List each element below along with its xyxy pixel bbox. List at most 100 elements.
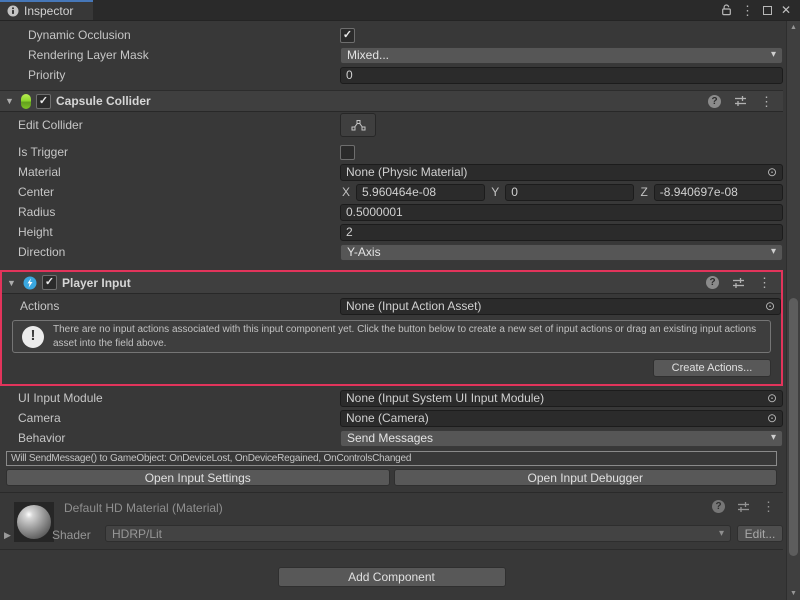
rendering-layer-mask-dropdown[interactable]: Mixed... ▾ <box>340 47 783 64</box>
scroll-down-icon[interactable]: ▼ <box>787 590 800 597</box>
material-value: None (Physic Material) <box>346 165 467 179</box>
capsule-collider-header[interactable]: ▼ ✓ Capsule Collider ? ⋮ <box>0 90 783 112</box>
presets-icon[interactable] <box>732 277 745 289</box>
center-x-field[interactable]: 5.960464e-08 <box>356 184 485 201</box>
help-icon[interactable]: ? <box>712 500 725 513</box>
row-priority: Priority 0 <box>0 65 783 85</box>
chevron-down-icon: ▾ <box>771 50 776 60</box>
row-camera: Camera None (Camera) ⊙ <box>0 408 783 428</box>
player-input-highlight-section: ▼ ✓ Player Input ? ⋮ Actions None (Input… <box>0 270 783 386</box>
row-radius: Radius 0.5000001 <box>0 202 783 222</box>
camera-label: Camera <box>18 411 340 425</box>
row-behavior: Behavior Send Messages ▾ <box>0 428 783 448</box>
behavior-dropdown[interactable]: Send Messages ▾ <box>340 430 783 447</box>
info-icon <box>7 5 19 17</box>
vertical-scrollbar[interactable]: ▲ ▼ <box>786 21 800 600</box>
kebab-menu-icon[interactable]: ⋮ <box>758 276 771 289</box>
z-axis-label: Z <box>638 185 649 199</box>
close-icon[interactable]: ✕ <box>781 4 791 16</box>
scroll-up-icon[interactable]: ▲ <box>787 24 800 31</box>
shader-label: Shader <box>52 528 91 542</box>
edit-collider-icon <box>350 119 367 132</box>
row-ui-input-module: UI Input Module None (Input System UI In… <box>0 388 783 408</box>
object-picker-icon[interactable]: ⊙ <box>767 392 777 404</box>
priority-label: Priority <box>28 68 340 82</box>
material-asset-section: Default HD Material (Material) ? ⋮ ▶ Sha… <box>0 492 783 550</box>
tab-inspector[interactable]: Inspector <box>0 0 93 20</box>
direction-label: Direction <box>18 245 340 259</box>
shader-dropdown[interactable]: HDRP/Lit ▾ <box>105 525 731 542</box>
window-controls: ⋮ ✕ <box>721 0 800 20</box>
row-is-trigger: Is Trigger <box>0 142 783 162</box>
priority-field[interactable]: 0 <box>340 67 783 84</box>
rendering-layer-mask-label: Rendering Layer Mask <box>28 48 340 62</box>
actions-object-field[interactable]: None (Input Action Asset) ⊙ <box>340 298 781 315</box>
create-actions-button[interactable]: Create Actions... <box>653 359 771 377</box>
radius-field[interactable]: 0.5000001 <box>340 204 783 221</box>
material-object-field[interactable]: None (Physic Material) ⊙ <box>340 164 783 181</box>
ui-input-module-label: UI Input Module <box>18 391 340 405</box>
tab-bar: Inspector ⋮ ✕ <box>0 0 800 21</box>
height-label: Height <box>18 225 340 239</box>
edit-collider-button[interactable] <box>340 113 376 137</box>
input-buttons-row: Open Input Settings Open Input Debugger <box>6 469 777 486</box>
player-input-icon <box>23 276 37 290</box>
help-icon[interactable]: ? <box>708 95 721 108</box>
row-material: Material None (Physic Material) ⊙ <box>0 162 783 182</box>
tab-menu-icon[interactable]: ⋮ <box>741 4 754 17</box>
presets-icon[interactable] <box>734 95 747 107</box>
inspector-window: Inspector ⋮ ✕ Dynamic Occlusion ✓ Render… <box>0 0 800 600</box>
row-direction: Direction Y-Axis ▾ <box>0 242 783 262</box>
is-trigger-checkbox[interactable] <box>340 145 355 160</box>
material-header-icons: ? ⋮ <box>712 500 775 513</box>
no-actions-warning-box: ! There are no input actions associated … <box>12 320 771 353</box>
object-picker-icon[interactable]: ⊙ <box>767 412 777 424</box>
player-input-header[interactable]: ▼ ✓ Player Input ? ⋮ <box>2 272 781 294</box>
object-picker-icon[interactable]: ⊙ <box>767 166 777 178</box>
foldout-closed-icon[interactable]: ▶ <box>4 530 11 541</box>
actions-value: None (Input Action Asset) <box>346 299 481 313</box>
rendering-layer-mask-value: Mixed... <box>347 48 389 62</box>
capsule-collider-enabled-checkbox[interactable]: ✓ <box>36 94 51 109</box>
ui-input-module-value: None (Input System UI Input Module) <box>346 391 544 405</box>
ui-input-module-object-field[interactable]: None (Input System UI Input Module) ⊙ <box>340 390 783 407</box>
maximize-icon[interactable] <box>763 6 772 15</box>
open-input-settings-button[interactable]: Open Input Settings <box>6 469 390 486</box>
center-label: Center <box>18 185 340 199</box>
center-y-field[interactable]: 0 <box>505 184 634 201</box>
height-field[interactable]: 2 <box>340 224 783 241</box>
kebab-menu-icon[interactable]: ⋮ <box>760 95 773 108</box>
warning-text: There are no input actions associated wi… <box>53 323 761 350</box>
kebab-menu-icon[interactable]: ⋮ <box>762 500 775 513</box>
unlock-icon[interactable] <box>721 4 732 16</box>
material-preview-thumbnail[interactable] <box>14 502 54 542</box>
scrollbar-thumb[interactable] <box>789 298 798 556</box>
capsule-collider-title: Capsule Collider <box>56 94 151 108</box>
row-actions: Actions None (Input Action Asset) ⊙ <box>2 296 781 316</box>
edit-collider-label: Edit Collider <box>18 118 340 132</box>
foldout-open-icon[interactable]: ▼ <box>5 96 16 106</box>
shader-edit-button[interactable]: Edit... <box>737 525 783 542</box>
y-axis-label: Y <box>489 185 501 199</box>
center-z-field[interactable]: -8.940697e-08 <box>654 184 783 201</box>
chevron-down-icon: ▾ <box>719 529 724 539</box>
open-input-debugger-button[interactable]: Open Input Debugger <box>394 469 778 486</box>
camera-value: None (Camera) <box>346 411 429 425</box>
direction-value: Y-Axis <box>347 245 381 259</box>
dynamic-occlusion-checkbox[interactable]: ✓ <box>340 28 355 43</box>
row-height: Height 2 <box>0 222 783 242</box>
camera-object-field[interactable]: None (Camera) ⊙ <box>340 410 783 427</box>
direction-dropdown[interactable]: Y-Axis ▾ <box>340 244 783 261</box>
player-input-enabled-checkbox[interactable]: ✓ <box>42 275 57 290</box>
is-trigger-label: Is Trigger <box>18 145 340 159</box>
object-picker-icon[interactable]: ⊙ <box>765 300 775 312</box>
add-component-button[interactable]: Add Component <box>278 567 506 587</box>
row-rendering-layer-mask: Rendering Layer Mask Mixed... ▾ <box>0 45 783 65</box>
chevron-down-icon: ▾ <box>771 247 776 257</box>
foldout-open-icon[interactable]: ▼ <box>7 278 18 288</box>
help-icon[interactable]: ? <box>706 276 719 289</box>
send-message-info-box: Will SendMessage() to GameObject: OnDevi… <box>6 451 777 466</box>
behavior-value: Send Messages <box>347 431 433 445</box>
row-edit-collider: Edit Collider <box>0 112 783 138</box>
presets-icon[interactable] <box>737 501 750 513</box>
